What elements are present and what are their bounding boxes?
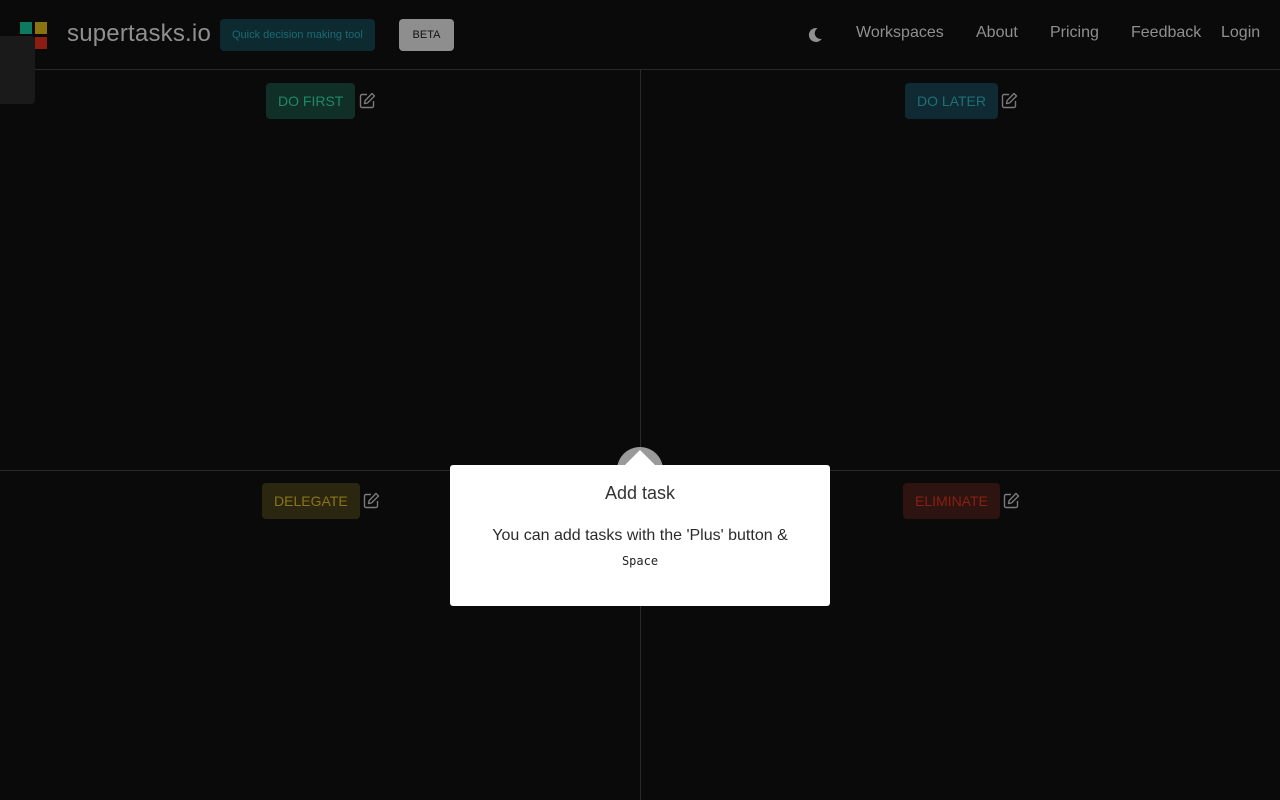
brand-link[interactable]: supertasks.io	[67, 20, 211, 48]
quadrant-label-do-first[interactable]: DO FIRST	[266, 83, 356, 119]
edit-icon[interactable]	[359, 92, 376, 109]
sidebar-toggle[interactable]	[0, 36, 35, 104]
logo-square-yellow	[35, 22, 47, 34]
nav-login[interactable]: Login	[1221, 24, 1260, 42]
nav-pricing[interactable]: Pricing	[1050, 24, 1099, 42]
beta-badge: BETA	[399, 19, 454, 51]
popover-title: Add task	[604, 483, 676, 503]
popover-body: You can add tasks with the 'Plus' button…	[492, 527, 788, 544]
quadrant-label-delegate[interactable]: DELEGATE	[262, 483, 360, 519]
moon-icon[interactable]	[806, 26, 824, 44]
top-navbar: supertasks.io Quick decision making tool…	[0, 0, 1280, 70]
nav-workspaces[interactable]: Workspaces	[856, 24, 944, 42]
edit-icon[interactable]	[363, 492, 380, 509]
edit-icon[interactable]	[1003, 492, 1020, 509]
vertical-divider	[640, 70, 641, 800]
nav-feedback[interactable]: Feedback	[1131, 24, 1201, 42]
edit-icon[interactable]	[1001, 92, 1018, 109]
quadrant-label-eliminate[interactable]: ELIMINATE	[903, 483, 1000, 519]
logo-square-green	[20, 22, 32, 34]
logo-square-red	[35, 37, 47, 49]
tour-popover: Add task You can add tasks with the 'Plu…	[450, 465, 830, 606]
quadrant-label-do-later[interactable]: DO LATER	[905, 83, 998, 119]
nav-about[interactable]: About	[976, 24, 1018, 42]
tagline-badge: Quick decision making tool	[220, 19, 375, 51]
popover-shortcut-key: Space	[621, 554, 659, 568]
